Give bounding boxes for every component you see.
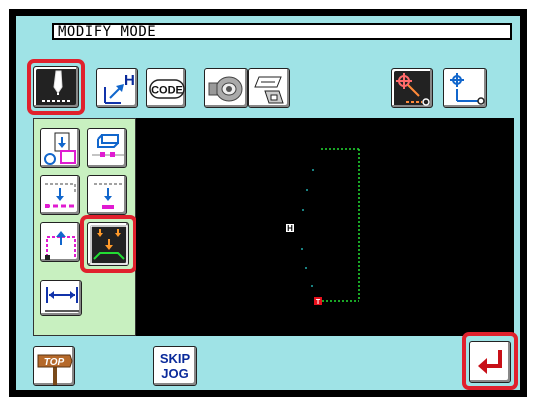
bobbin-icon <box>208 76 243 102</box>
crosshair-move-icon <box>450 73 485 105</box>
pattern-canvas[interactable]: H T <box>136 118 514 336</box>
block-move-button[interactable] <box>87 128 127 168</box>
crosshair-return-icon <box>396 73 430 106</box>
measure-button[interactable] <box>40 280 82 316</box>
stitch-dot <box>305 267 307 269</box>
delete-point-icon <box>45 231 76 260</box>
move-point-button[interactable] <box>87 175 127 215</box>
copy-pattern-button[interactable] <box>40 128 80 168</box>
stitch-dot <box>306 189 308 191</box>
origin-h-label: H <box>124 72 135 89</box>
top-button[interactable]: TOP <box>33 346 75 386</box>
top-label: TOP <box>44 357 65 368</box>
needle-icon <box>42 70 72 102</box>
speed-section-icon <box>90 225 128 265</box>
code-icon: CODE <box>149 79 185 99</box>
return-origin-button[interactable] <box>391 68 433 108</box>
speed-section-button[interactable] <box>87 222 129 266</box>
end-marker: T <box>316 299 321 306</box>
jog-label: JOG <box>161 366 189 381</box>
insert-point-button[interactable] <box>40 175 80 215</box>
presser-foot-icon <box>254 76 284 104</box>
move-point-icon <box>94 183 122 209</box>
thread-winder-button[interactable] <box>204 68 248 108</box>
stitch-dot <box>301 248 303 250</box>
home-marker: H <box>287 224 293 233</box>
needle-button[interactable] <box>33 66 79 108</box>
signpost-top-icon: TOP <box>37 354 73 385</box>
block-move-icon <box>92 134 124 157</box>
code-button[interactable]: CODE <box>146 68 186 108</box>
skip-jog-button[interactable]: SKIP JOG <box>153 346 197 386</box>
enter-arrow-icon <box>478 350 502 374</box>
mode-title-bar: MODIFY MODE <box>52 23 512 40</box>
mode-title: MODIFY MODE <box>58 24 157 40</box>
pattern-copy-icon <box>44 132 76 165</box>
enter-button[interactable] <box>469 341 511 383</box>
stitch-dot <box>302 209 304 211</box>
origin-h-button[interactable]: H <box>96 68 138 108</box>
stitch-dot <box>311 285 313 287</box>
presser-adjust-button[interactable] <box>248 68 290 108</box>
pattern-drawing: H T <box>286 148 360 306</box>
skip-label: SKIP <box>159 351 191 366</box>
move-origin-button[interactable] <box>443 68 487 108</box>
measure-icon <box>45 287 79 312</box>
code-label: CODE <box>151 85 183 97</box>
stitch-dot <box>312 169 314 171</box>
delete-point-button[interactable] <box>40 222 80 262</box>
insert-point-icon <box>45 183 76 208</box>
origin-h-icon: H <box>104 72 135 104</box>
